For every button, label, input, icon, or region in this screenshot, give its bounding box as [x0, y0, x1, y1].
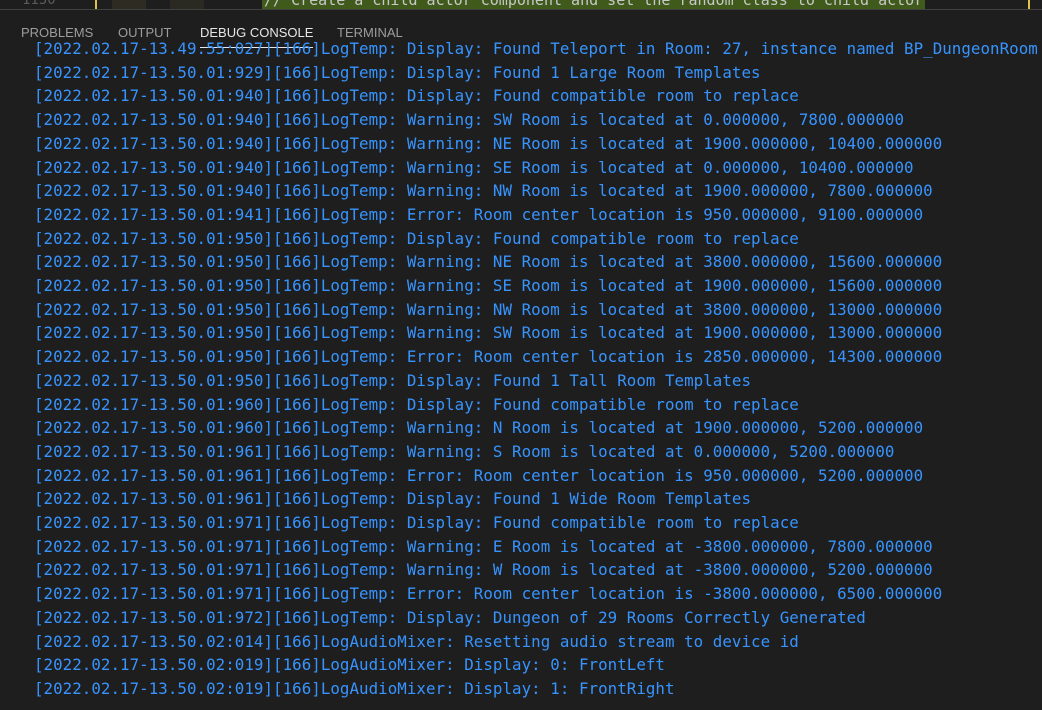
console-log-line: [2022.02.17-13.50.01:971][166]LogTemp: W…	[34, 536, 933, 556]
console-log-line: [2022.02.17-13.49.55:027][166]LogTemp: D…	[34, 40, 1038, 58]
console-log-line: [2022.02.17-13.50.01:961][166]LogTemp: D…	[34, 489, 752, 509]
gutter-marker	[170, 0, 204, 9]
console-log-line: [2022.02.17-13.50.01:950][166]LogTemp: W…	[34, 299, 943, 319]
console-log-line: [2022.02.17-13.50.01:929][166]LogTemp: D…	[34, 62, 761, 82]
console-log-line: [2022.02.17-13.50.01:950][166]LogTemp: E…	[34, 347, 943, 367]
debug-console-output[interactable]: [2022.02.17-13.49.55:027][166]LogTemp: D…	[0, 40, 1042, 710]
console-log-line: [2022.02.17-13.50.01:950][166]LogTemp: W…	[34, 276, 943, 295]
console-log-line: [2022.02.17-13.50.01:940][166]LogTemp: W…	[34, 157, 914, 177]
console-log-line: [2022.02.17-13.50.01:940][166]LogTemp: D…	[34, 86, 799, 106]
console-log-line: [2022.02.17-13.50.01:940][166]LogTemp: W…	[34, 133, 943, 153]
console-log-line: [2022.02.17-13.50.02:019][166]LogAudioMi…	[34, 678, 675, 698]
console-log-line: [2022.02.17-13.50.01:972][166]LogTemp: D…	[34, 607, 866, 627]
console-log-line: [2022.02.17-13.50.01:971][166]LogTemp: D…	[34, 513, 799, 532]
console-log-line: [2022.02.17-13.50.01:940][166]LogTemp: W…	[34, 110, 905, 130]
console-log-line: [2022.02.17-13.50.01:950][166]LogTemp: D…	[34, 370, 752, 390]
console-log-line: [2022.02.17-13.50.01:971][166]LogTemp: E…	[34, 584, 943, 604]
console-log-line: [2022.02.17-13.50.01:961][166]LogTemp: E…	[34, 465, 924, 485]
console-log-line: [2022.02.17-13.50.01:940][166]LogTemp: W…	[34, 181, 933, 201]
console-log-line: [2022.02.17-13.50.01:941][166]LogTemp: E…	[34, 204, 924, 224]
cursor-marker	[95, 0, 97, 9]
console-log-line: [2022.02.17-13.50.02:014][166]LogAudioMi…	[34, 631, 799, 651]
line-number: 1150	[22, 0, 56, 8]
console-log-line: [2022.02.17-13.50.01:950][166]LogTemp: W…	[34, 323, 943, 343]
console-log-line: [2022.02.17-13.50.01:950][166]LogTemp: D…	[34, 228, 799, 248]
console-log-line: [2022.02.17-13.50.01:960][166]LogTemp: W…	[34, 418, 924, 438]
gutter-marker	[112, 0, 146, 9]
console-log-line: [2022.02.17-13.50.01:961][166]LogTemp: W…	[34, 441, 895, 461]
editor-line-end-marker	[1028, 0, 1030, 9]
editor-code-line[interactable]: // Create a child actor component and se…	[262, 0, 926, 9]
console-log-line: [2022.02.17-13.50.01:960][166]LogTemp: D…	[34, 394, 799, 414]
console-log-line: [2022.02.17-13.50.01:950][166]LogTemp: W…	[34, 252, 943, 272]
console-log-line: [2022.02.17-13.50.02:019][166]LogAudioMi…	[34, 655, 665, 675]
console-log-line: [2022.02.17-13.50.01:971][166]LogTemp: W…	[34, 560, 933, 580]
editor-strip: 1150 // Create a child actor component a…	[0, 0, 1042, 9]
